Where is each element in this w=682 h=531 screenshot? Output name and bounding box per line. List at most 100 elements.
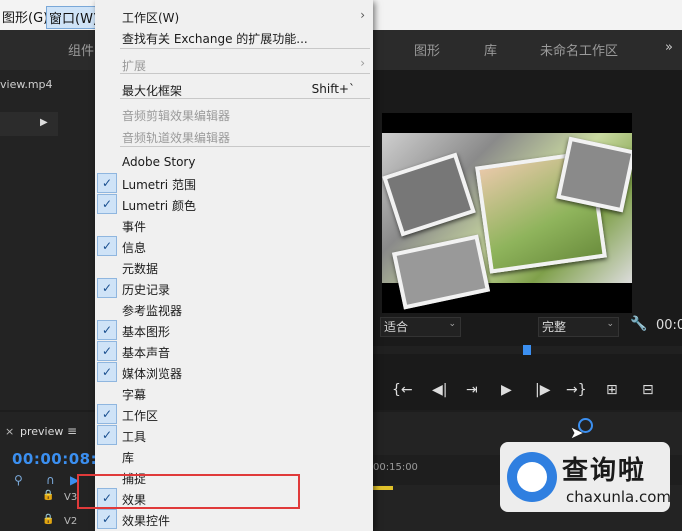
- checkmark-icon: ✓: [97, 509, 117, 529]
- checkmark-icon: ✓: [97, 404, 117, 424]
- menu-item-label: Adobe Story: [122, 155, 196, 169]
- menu-item[interactable]: ✓ Lumetri 颜色: [95, 194, 373, 214]
- chevron-down-icon: ⌄: [448, 319, 456, 329]
- menu-item-label: 字幕: [122, 388, 147, 402]
- quality-dropdown[interactable]: 完整 ⌄: [538, 317, 619, 337]
- video-preview: [382, 113, 632, 313]
- play-arrow-icon[interactable]: ▶: [40, 117, 48, 128]
- menu-item-label: 基本图形: [122, 325, 171, 339]
- collage-photo: [391, 234, 491, 310]
- fit-label: 适合: [384, 320, 409, 334]
- step-back-button[interactable]: ◀|: [432, 382, 447, 398]
- program-playhead[interactable]: [523, 345, 531, 355]
- checkmark-icon: ✓: [97, 173, 117, 193]
- mark-out-button[interactable]: →}: [566, 382, 587, 398]
- checkmark-icon: ✓: [97, 278, 117, 298]
- menu-item[interactable]: 工作区(W) ›: [95, 6, 373, 26]
- workspace-tab-untitled[interactable]: 未命名工作区: [540, 40, 618, 59]
- menu-item[interactable]: ✓ Lumetri 范围: [95, 173, 373, 193]
- lift-button[interactable]: ⇥: [466, 382, 478, 398]
- checkmark-icon: ✓: [97, 194, 117, 214]
- track-label-v3[interactable]: V3: [64, 492, 77, 503]
- menu-item[interactable]: ✓ 工作区: [95, 404, 373, 424]
- checkmark-icon: ✓: [97, 236, 117, 256]
- source-clip-title[interactable]: view.mp4: [0, 78, 53, 91]
- menu-item-label: 工作区: [122, 409, 159, 423]
- menu-item[interactable]: 参考监视器: [95, 299, 373, 319]
- watermark-url: chaxunla.com: [566, 488, 671, 506]
- menu-item-label: 音频轨道效果编辑器: [122, 131, 231, 145]
- menu-item[interactable]: ✓ 基本图形: [95, 320, 373, 340]
- menu-separator: [120, 48, 370, 49]
- menu-window[interactable]: 窗口(W): [46, 6, 101, 29]
- menu-item[interactable]: ✓ 效果控件: [95, 509, 373, 529]
- timeline-title[interactable]: preview: [20, 425, 63, 438]
- menu-item-label: 扩展: [122, 59, 147, 73]
- menu-item-label: 查找有关 Exchange 的扩展功能...: [122, 32, 308, 46]
- menu-item[interactable]: ✓ 历史记录: [95, 278, 373, 298]
- workspace-tab-libraries[interactable]: 库: [484, 40, 497, 59]
- menu-item-label: 信息: [122, 241, 147, 255]
- transport-controls: [373, 372, 682, 408]
- close-icon[interactable]: ×: [5, 425, 14, 438]
- step-forward-button[interactable]: |▶: [535, 382, 550, 398]
- menu-item-label: 历史记录: [122, 283, 171, 297]
- menu-item: 音频轨道效果编辑器: [95, 126, 373, 146]
- track-label-v2[interactable]: V2: [64, 516, 77, 527]
- fit-dropdown[interactable]: 适合 ⌄: [380, 317, 461, 337]
- menu-item[interactable]: 库: [95, 446, 373, 466]
- menu-item-label: 最大化框架: [122, 84, 183, 98]
- menu-item[interactable]: ✓ 信息: [95, 236, 373, 256]
- quality-label: 完整: [542, 320, 567, 334]
- mark-in-button[interactable]: {←: [392, 382, 413, 398]
- highlight-box: [77, 474, 300, 509]
- menu-item-label: 媒体浏览器: [122, 367, 183, 381]
- lock-icon[interactable]: 🔒: [42, 514, 54, 525]
- menu-item[interactable]: Adobe Story: [95, 152, 373, 172]
- menu-item[interactable]: 查找有关 Exchange 的扩展功能...: [95, 27, 373, 47]
- panel-menu-icon[interactable]: ≡: [67, 424, 77, 438]
- menu-item[interactable]: ✓ 基本声音: [95, 341, 373, 361]
- menu-item-label: 工具: [122, 430, 147, 444]
- menu-item[interactable]: ✓ 工具: [95, 425, 373, 445]
- menu-item[interactable]: ✓ 媒体浏览器: [95, 362, 373, 382]
- source-strip: [0, 112, 58, 136]
- ruler-time-label: 00:15:00: [373, 462, 418, 473]
- workspace-tab-graphics[interactable]: 图形: [414, 40, 440, 59]
- play-button[interactable]: ▶: [501, 382, 512, 398]
- magnet-icon[interactable]: ∩: [46, 473, 55, 487]
- menu-item-label: 工作区(W): [122, 11, 180, 25]
- menu-item[interactable]: 元数据: [95, 257, 373, 277]
- video-frame: [382, 133, 632, 310]
- menu-item-label: 基本声音: [122, 346, 171, 360]
- wrench-icon[interactable]: 🔧: [630, 316, 647, 332]
- mouse-cursor-icon: ➤: [570, 423, 584, 442]
- menu-item-label: Lumetri 范围: [122, 178, 196, 192]
- lock-icon[interactable]: 🔒: [42, 490, 54, 501]
- menu-item-label: 元数据: [122, 262, 159, 276]
- menu-item-shortcut: Shift+`: [311, 82, 355, 96]
- menu-item[interactable]: 事件: [95, 215, 373, 235]
- menu-item[interactable]: 字幕: [95, 383, 373, 403]
- checkmark-icon: ✓: [97, 362, 117, 382]
- insert-button[interactable]: ⊞: [606, 382, 618, 398]
- program-timecode: 00:0: [656, 318, 682, 333]
- menu-item-label: 参考监视器: [122, 304, 183, 318]
- checkmark-icon: ✓: [97, 425, 117, 445]
- menu-item[interactable]: 最大化框架 Shift+`: [95, 79, 373, 99]
- menu-item-label: 事件: [122, 220, 147, 234]
- watermark-title: 查询啦: [562, 456, 647, 486]
- workspace-tab-components[interactable]: 组件: [68, 40, 94, 59]
- snap-icon[interactable]: ⚲: [14, 473, 23, 487]
- chevron-right-icon: ›: [360, 56, 365, 70]
- work-area-bar[interactable]: [373, 486, 393, 490]
- menu-item-label: 音频剪辑效果编辑器: [122, 109, 231, 123]
- menu-separator: [120, 146, 370, 147]
- watermark-logo-inner: [517, 462, 547, 492]
- menu-item: 扩展 ›: [95, 54, 373, 74]
- menu-item-label: 库: [122, 451, 135, 465]
- workspace-overflow-icon[interactable]: »: [665, 40, 673, 55]
- overwrite-button[interactable]: ⊟: [642, 382, 654, 398]
- menu-item: 音频剪辑效果编辑器: [95, 104, 373, 124]
- menu-graphics[interactable]: 图形(G): [0, 6, 50, 27]
